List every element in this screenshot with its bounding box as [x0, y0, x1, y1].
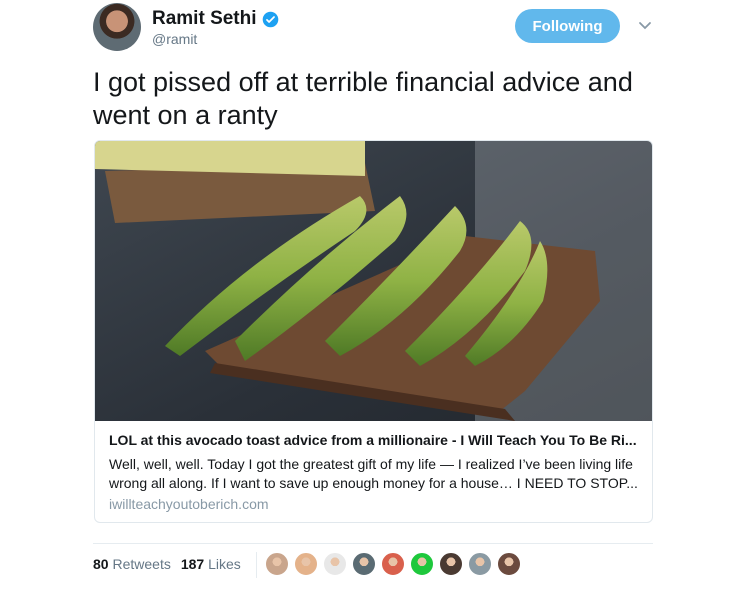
tweet-text: I got pissed off at terrible financial a… — [93, 67, 633, 130]
liker-avatar[interactable] — [265, 552, 289, 576]
retweets-label: Retweets — [112, 556, 171, 572]
likes-label: Likes — [208, 556, 241, 572]
card-title[interactable]: LOL at this avocado toast advice from a … — [109, 432, 639, 448]
retweets-stat[interactable]: 80 Retweets — [93, 556, 171, 572]
following-button[interactable]: Following — [515, 9, 620, 43]
link-card[interactable]: LOL at this avocado toast advice from a … — [94, 140, 653, 523]
user-handle[interactable]: @ramit — [152, 31, 197, 47]
card-description: Well, well, well. Today I got the greate… — [109, 456, 638, 491]
card-image — [95, 141, 652, 421]
liker-avatar[interactable] — [410, 552, 434, 576]
liker-avatar[interactable] — [323, 552, 347, 576]
liker-avatar[interactable] — [497, 552, 521, 576]
liker-avatars — [265, 552, 521, 576]
divider — [93, 543, 653, 544]
avatar[interactable] — [93, 3, 141, 51]
liker-avatar[interactable] — [294, 552, 318, 576]
liker-avatar[interactable] — [439, 552, 463, 576]
retweets-count: 80 — [93, 556, 109, 572]
liker-avatar[interactable] — [381, 552, 405, 576]
tweet-stats: 80 Retweets 187 Likes — [93, 556, 241, 572]
liker-avatar[interactable] — [468, 552, 492, 576]
user-name-row[interactable]: Ramit Sethi — [152, 8, 279, 30]
verified-badge-icon — [262, 11, 278, 27]
chevron-down-icon[interactable] — [638, 21, 652, 31]
user-name[interactable]: Ramit Sethi — [152, 8, 257, 30]
likes-count: 187 — [180, 556, 205, 572]
card-domain[interactable]: iwillteachyoutoberich.com — [109, 496, 269, 512]
likes-stat[interactable]: 187 Likes — [181, 556, 241, 572]
liker-avatar[interactable] — [352, 552, 376, 576]
stats-separator — [256, 552, 257, 578]
